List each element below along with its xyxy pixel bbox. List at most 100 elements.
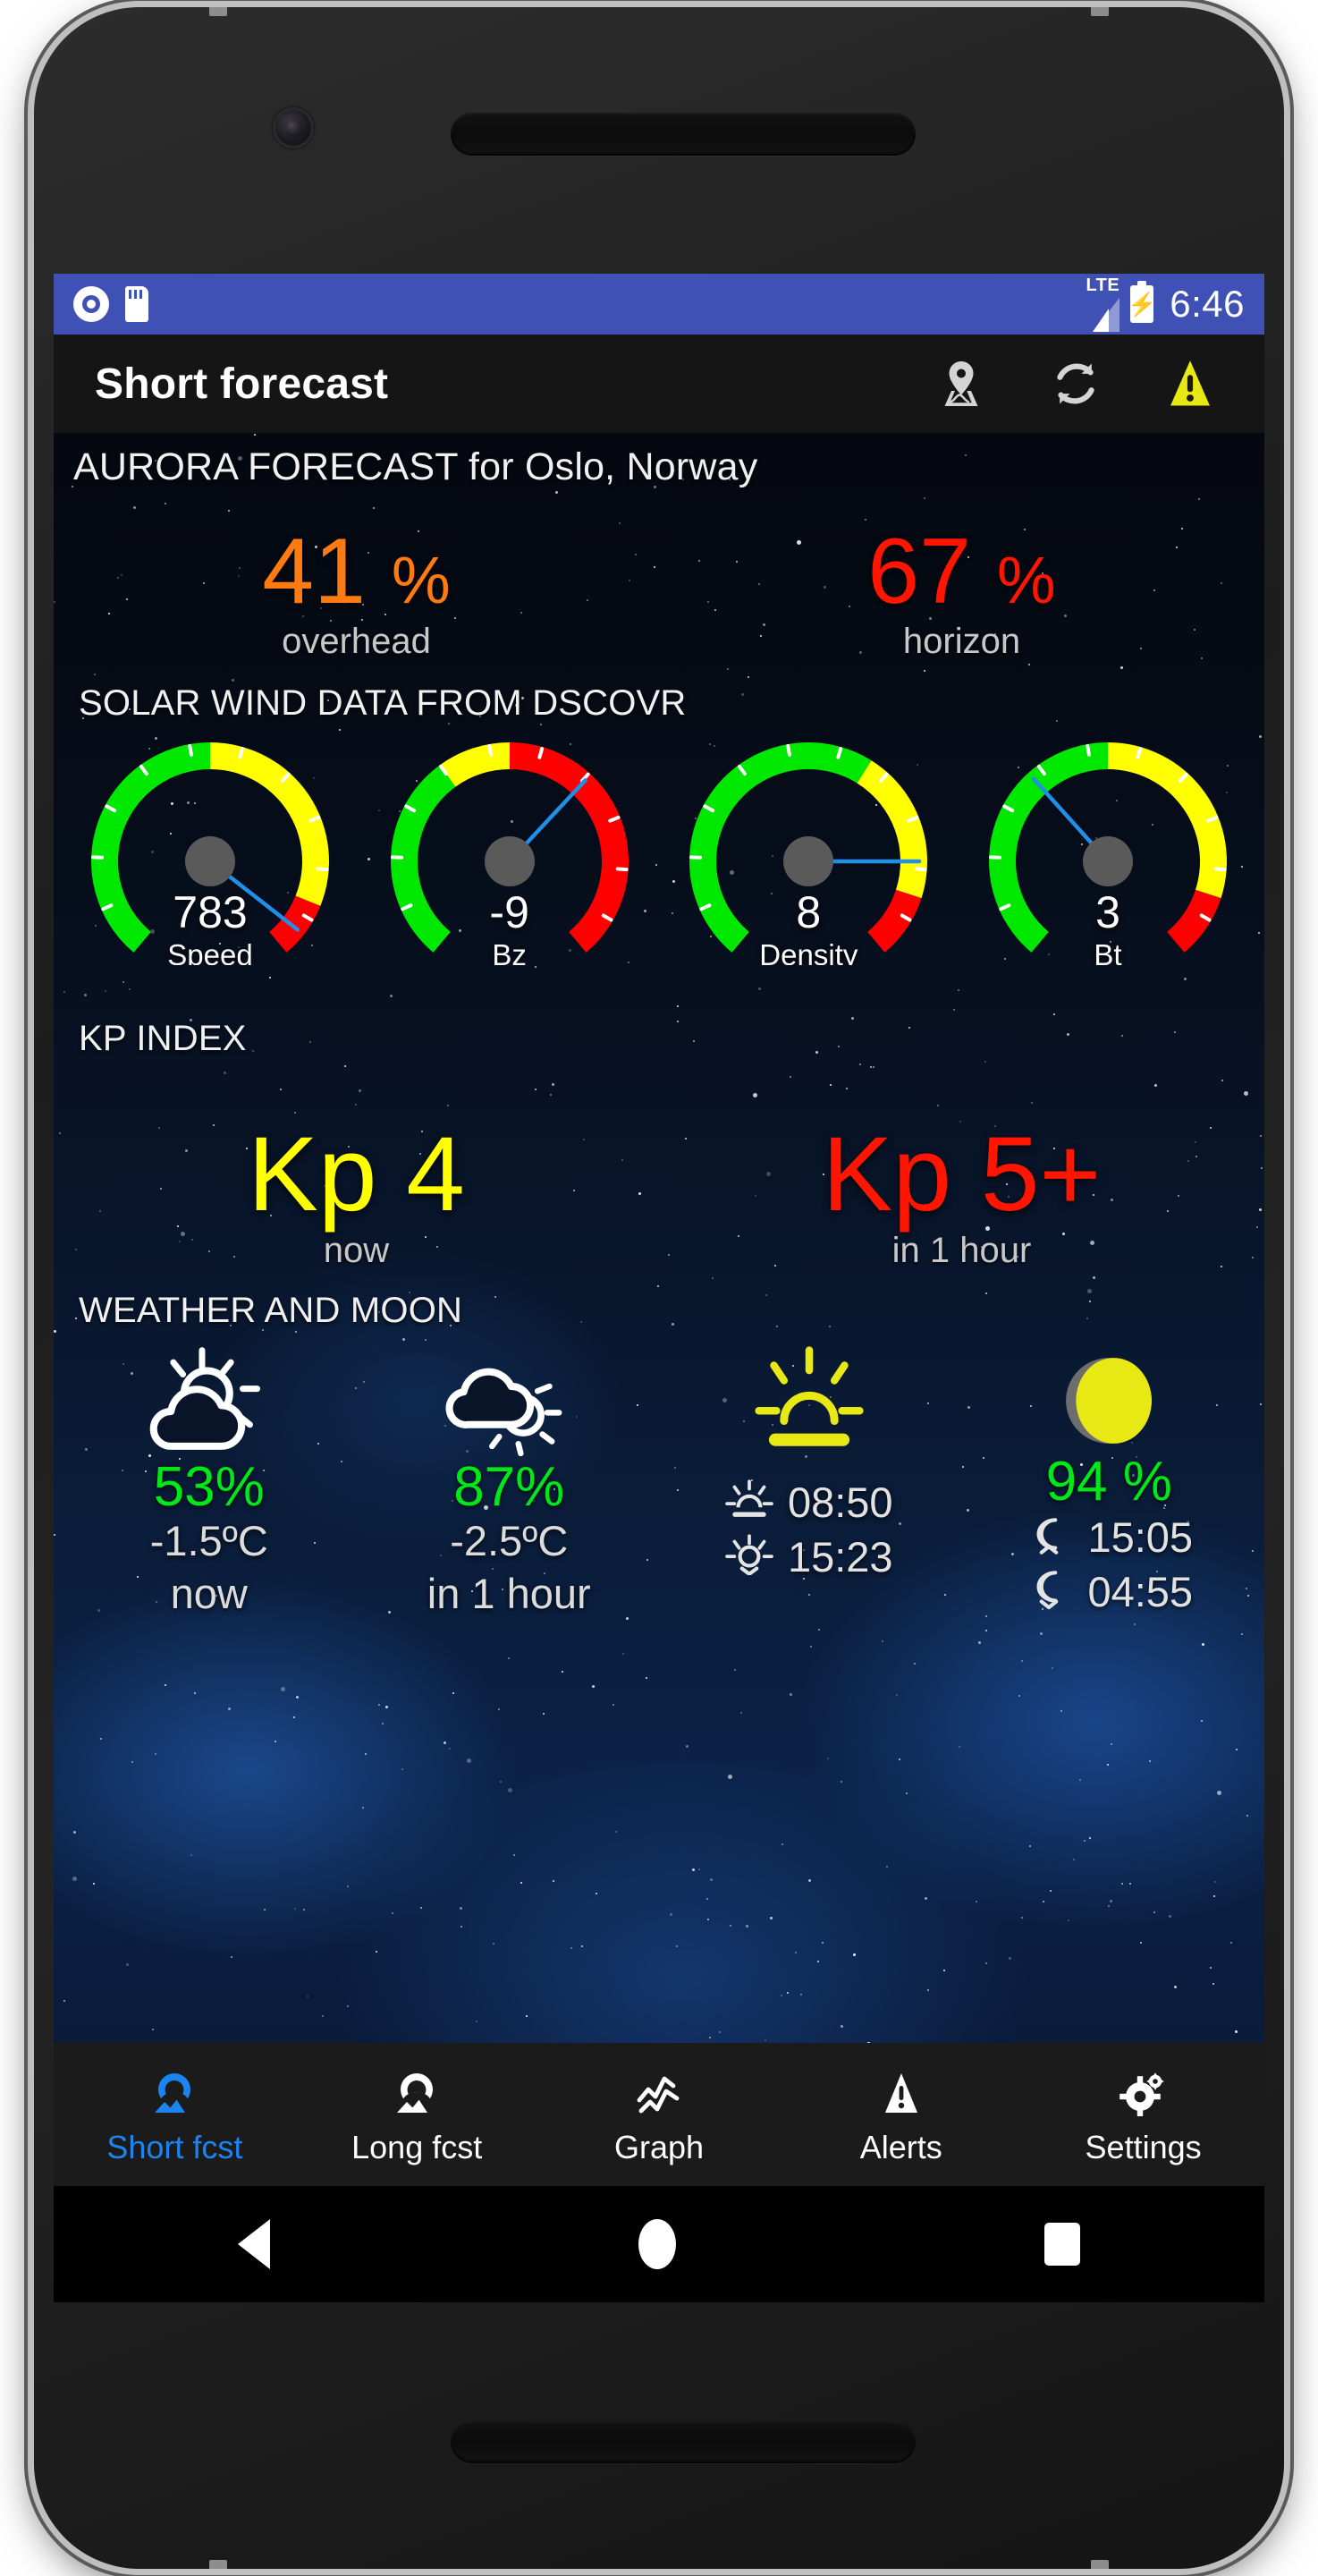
moon-times: 94 % 15:05 04:55 — [959, 1343, 1260, 1622]
kp-next-label: in 1 hour — [891, 1231, 1032, 1270]
kp-next-value: Kp 5+ — [822, 1115, 1102, 1233]
moon-phase-icon — [1042, 1343, 1176, 1458]
frame-antenna-notch — [1091, 2560, 1109, 2569]
nav-label: Graph — [613, 2129, 705, 2165]
gauge-label-speed: Speed — [167, 938, 253, 965]
nav-label: Settings — [1085, 2129, 1202, 2165]
sunrise-time: 08:50 — [787, 1479, 893, 1526]
weather-now-when: now — [170, 1570, 248, 1618]
frame-antenna-notch — [209, 7, 227, 16]
weather-now-temp: -1.5ºC — [149, 1517, 268, 1565]
gauge-value-speed: 783 — [173, 887, 248, 937]
nav-label: Short fcst — [106, 2129, 243, 2165]
gauge-density: 8 Density — [661, 727, 956, 996]
weather-moon-heading: WEATHER AND MOON — [79, 1291, 463, 1330]
aurora-overhead: 41 % overhead — [54, 525, 659, 662]
nav-item-long-fcst[interactable]: Long fcst — [296, 2068, 538, 2166]
gauge-value-bt: 3 — [1095, 887, 1120, 937]
aurora-horizon-value: 67 — [867, 520, 971, 623]
app-bar: Short forecast — [54, 335, 1264, 433]
nav-item-alerts[interactable]: Alerts — [780, 2068, 1022, 2166]
sunset-row: 15:23 — [725, 1532, 893, 1581]
aurora-heading: AURORA FORECAST for Oslo, Norway — [73, 445, 758, 488]
sd-card-icon — [125, 286, 148, 322]
aurora-long-icon — [393, 2068, 441, 2118]
sun-times: 08:50 15:23 — [659, 1343, 959, 1622]
weather-moon-row: 53% -1.5ºC now 87% -2.5ºC in 1 hour 08:5… — [54, 1343, 1264, 1622]
sunrise-row: 08:50 — [725, 1478, 893, 1527]
gauge-bz: -9 Bz — [362, 727, 657, 996]
status-bar-clock: 6:46 — [1170, 283, 1245, 325]
sunrise-icon — [725, 1479, 773, 1525]
aurora-horizon-unit: % — [996, 543, 1056, 617]
record-icon — [73, 286, 109, 322]
sunrise-sunset-icon — [742, 1343, 876, 1458]
moonset-row: 04:55 — [1025, 1567, 1193, 1616]
recents-button[interactable] — [1044, 2223, 1080, 2266]
moonset-icon — [1025, 1569, 1073, 1614]
kp-index-values: Kp 4 now Kp 5+ in 1 hour — [54, 1122, 1264, 1271]
gear-icon — [1119, 2068, 1168, 2118]
refresh-icon[interactable] — [1048, 356, 1103, 411]
kp-next: Kp 5+ in 1 hour — [659, 1122, 1264, 1271]
weather-next: 87% -2.5ºC in 1 hour — [359, 1343, 660, 1622]
nav-item-graph[interactable]: Graph — [538, 2068, 781, 2166]
back-button[interactable] — [238, 2219, 270, 2269]
nav-label: Long fcst — [351, 2129, 483, 2165]
phone-screen: LTE ⚡ 6:46 Short forecast AURORA FORECAS… — [54, 274, 1264, 2302]
front-camera — [273, 107, 314, 148]
android-navigation-bar — [54, 2186, 1264, 2302]
weather-now-percent: 53% — [153, 1456, 265, 1518]
moonrise-time: 15:05 — [1087, 1513, 1194, 1562]
forecast-content: AURORA FORECAST for Oslo, Norway 41 % ov… — [54, 433, 1264, 2043]
page-title: Short forecast — [95, 360, 389, 408]
gauge-label-bz: Bz — [492, 938, 527, 965]
gauge-bt: 3 Bt — [960, 727, 1255, 996]
solar-wind-heading: SOLAR WIND DATA FROM DSCOVR — [79, 683, 687, 723]
weather-next-temp: -2.5ºC — [450, 1517, 569, 1565]
sunset-icon — [725, 1534, 773, 1580]
aurora-horizon: 67 % horizon — [659, 525, 1264, 662]
map-pin-icon[interactable] — [934, 356, 989, 411]
graph-icon — [635, 2068, 683, 2118]
bottom-speaker — [451, 2420, 916, 2463]
aurora-overhead-unit: % — [391, 543, 451, 617]
weather-next-percent: 87% — [453, 1456, 565, 1518]
warning-icon[interactable] — [1162, 356, 1218, 411]
gauge-value-density: 8 — [796, 887, 822, 937]
kp-now: Kp 4 now — [54, 1122, 659, 1271]
status-bar: LTE ⚡ 6:46 — [54, 274, 1264, 335]
solar-wind-gauges: 783 Speed -9 Bz 8 Density 3 Bt — [54, 724, 1264, 996]
kp-now-label: now — [323, 1231, 390, 1270]
kp-now-value: Kp 4 — [248, 1115, 465, 1233]
sunset-time: 15:23 — [787, 1533, 893, 1580]
gauge-speed: 783 Speed — [63, 727, 358, 996]
weather-next-when: in 1 hour — [427, 1570, 591, 1618]
cloudy-sun-icon — [442, 1343, 576, 1458]
moon-illumination-percent: 94 % — [1045, 1451, 1172, 1513]
screenshot-root: LTE ⚡ 6:46 Short forecast AURORA FORECAS… — [0, 0, 1318, 2576]
moonrise-icon — [1025, 1514, 1073, 1560]
frame-antenna-notch — [1091, 7, 1109, 16]
aurora-values: 41 % overhead 67 % horizon — [54, 525, 1264, 662]
nav-item-short-fcst[interactable]: Short fcst — [54, 2068, 296, 2166]
earpiece-speaker — [451, 113, 916, 156]
alert-triangle-icon — [877, 2068, 925, 2118]
aurora-short-icon — [150, 2068, 199, 2118]
weather-now: 53% -1.5ºC now — [59, 1343, 359, 1622]
gauge-value-bz: -9 — [489, 887, 529, 937]
battery-charging-icon: ⚡ — [1128, 281, 1156, 323]
moonset-time: 04:55 — [1087, 1568, 1194, 1616]
kp-index-heading: KP INDEX — [79, 1019, 247, 1058]
partly-cloudy-icon — [142, 1343, 276, 1458]
nav-label: Alerts — [859, 2129, 942, 2165]
bottom-navigation: Short fcst Long fcst Graph Alerts Settings — [54, 2043, 1264, 2186]
aurora-overhead-label: overhead — [282, 622, 431, 661]
network-type-label: LTE — [1086, 275, 1120, 295]
signal-icon: LTE — [1086, 275, 1120, 332]
nav-item-settings[interactable]: Settings — [1022, 2068, 1264, 2166]
gauge-label-density: Density — [759, 938, 858, 965]
aurora-overhead-value: 41 — [262, 520, 366, 623]
aurora-horizon-label: horizon — [902, 622, 1021, 661]
home-button[interactable] — [638, 2219, 676, 2269]
